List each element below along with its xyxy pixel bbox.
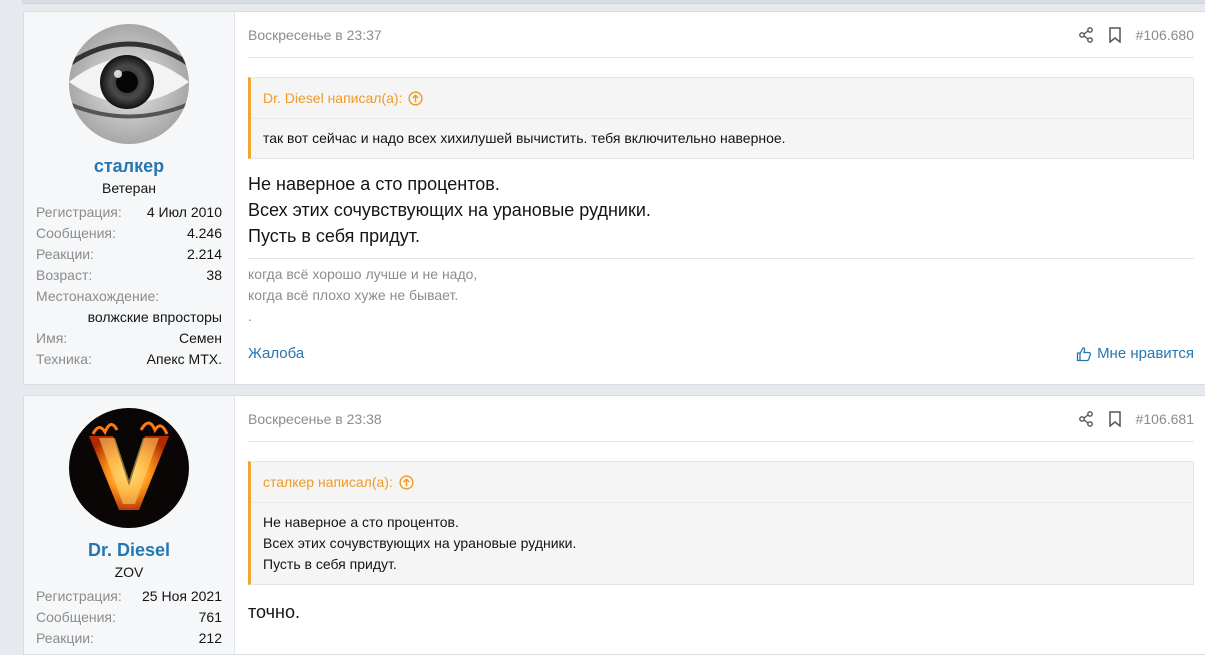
- stat-location-value: волжские впросторы: [87, 309, 222, 325]
- signature-line: когда всё хорошо лучше и не надо,: [248, 266, 478, 282]
- stat-label: Регистрация:: [36, 588, 122, 604]
- message-body: Не наверное а сто процентов. Всех этих с…: [248, 171, 1194, 249]
- bookmark-icon[interactable]: [1108, 26, 1122, 43]
- quote-header[interactable]: Dr. Diesel написал(а):: [251, 78, 1193, 119]
- stat-label: Реакции:: [36, 246, 94, 262]
- post-footer: Жалоба Мне нравится: [248, 345, 1194, 362]
- stat-messages: Сообщения: 4.246: [36, 223, 222, 244]
- post-time[interactable]: Воскресенье в 23:38: [248, 411, 382, 427]
- stat-value: 761: [198, 609, 222, 625]
- quote-body: так вот сейчас и надо всех хихилушей выч…: [251, 119, 1193, 158]
- quote-line: Пусть в себя придут.: [263, 556, 397, 572]
- stat-value: Семен: [178, 330, 222, 346]
- user-stats: Регистрация: 25 Ноя 2021 Сообщения: 761 Ре…: [36, 586, 222, 649]
- previous-post-edge: [22, 0, 1205, 4]
- stat-label: Регистрация:: [36, 204, 122, 220]
- quote-author[interactable]: сталкер написал(а):: [263, 474, 393, 490]
- signature-line: когда всё плохо хуже не бывает.: [248, 287, 459, 303]
- stat-value: 2.214: [186, 246, 222, 262]
- user-panel: Dr. Diesel ZOV Регистрация: 25 Ноя 2021 С…: [24, 396, 235, 654]
- username[interactable]: сталкер: [24, 155, 234, 177]
- thumbs-up-icon: [1076, 346, 1092, 362]
- stat-label: Сообщения:: [36, 609, 116, 625]
- user-title: ZOV: [114, 564, 144, 580]
- report-link[interactable]: Жалоба: [248, 345, 304, 362]
- stat-value: 25 Ноя 2021: [142, 588, 222, 604]
- quote-header[interactable]: сталкер написал(а):: [251, 462, 1193, 503]
- stat-label: Возраст:: [36, 267, 93, 283]
- quote-line: Всех этих сочувствующих на урановые рудн…: [263, 535, 577, 551]
- post-number[interactable]: #106.680: [1136, 27, 1194, 43]
- quote-line: так вот сейчас и надо всех хихилушей выч…: [263, 130, 786, 146]
- like-label: Мне нравится: [1097, 345, 1194, 362]
- share-icon[interactable]: [1078, 410, 1094, 427]
- share-icon[interactable]: [1078, 26, 1094, 43]
- stat-value: 4.246: [186, 225, 222, 241]
- quote-block: сталкер написал(а): Не наверное а сто пр…: [248, 461, 1194, 585]
- post-meta: Воскресенье в 23:38 #106.681: [248, 396, 1194, 442]
- message-line: точно.: [248, 602, 300, 622]
- quote-block: Dr. Diesel написал(а): так вот сейчас и …: [248, 77, 1194, 159]
- message-body: точно.: [248, 599, 1194, 625]
- message-line: Всех этих сочувствующих на урановые рудн…: [248, 200, 651, 220]
- post-main: Воскресенье в 23:37 #106.680 Dr. Diesel …: [235, 12, 1205, 384]
- stat-label: Техника:: [36, 351, 92, 367]
- signature: когда всё хорошо лучше и не надо, когда …: [248, 258, 1194, 327]
- user-stats: Регистрация: 4 Июл 2010 Сообщения: 4.246 Р…: [36, 202, 222, 370]
- stat-name: Имя: Семен: [36, 328, 222, 349]
- stat-value: Апекс МТХ.: [146, 351, 222, 367]
- stat-value: 4 Июл 2010: [146, 204, 222, 220]
- stat-label: Местонахождение:: [36, 288, 160, 304]
- stat-value: 38: [206, 267, 222, 283]
- stat-reactions: Реакции: 2.214: [36, 244, 222, 265]
- stat-tech: Техника: Апекс МТХ.: [36, 349, 222, 370]
- user-title: Ветеран: [101, 180, 156, 196]
- arrow-up-circle-icon[interactable]: [399, 474, 414, 490]
- stat-registration: Регистрация: 4 Июл 2010: [36, 202, 222, 223]
- stat-age: Возраст: 38: [36, 265, 222, 286]
- message-line: Не наверное а сто процентов.: [248, 174, 500, 194]
- quote-line: Не наверное а сто процентов.: [263, 514, 459, 530]
- stat-location-label: Местонахождение:: [36, 286, 222, 307]
- stat-messages: Сообщения: 761: [36, 607, 222, 628]
- like-button[interactable]: Мне нравится: [1076, 345, 1194, 362]
- avatar[interactable]: [69, 408, 189, 528]
- stat-label: Сообщения:: [36, 225, 116, 241]
- signature-line: .: [248, 308, 252, 324]
- post: сталкер Ветеран Регистрация: 4 Июл 2010 С…: [23, 11, 1205, 385]
- username[interactable]: Dr. Diesel: [24, 539, 234, 561]
- quote-author[interactable]: Dr. Diesel написал(а):: [263, 90, 402, 106]
- post-number[interactable]: #106.681: [1136, 411, 1194, 427]
- stat-label: Имя:: [36, 330, 68, 346]
- message-line: Пусть в себя придут.: [248, 226, 420, 246]
- arrow-up-circle-icon[interactable]: [408, 90, 424, 106]
- post-meta: Воскресенье в 23:37 #106.680: [248, 12, 1194, 58]
- post-main: Воскресенье в 23:38 #106.681 сталкер нап…: [235, 396, 1205, 654]
- user-panel: сталкер Ветеран Регистрация: 4 Июл 2010 С…: [24, 12, 235, 384]
- avatar[interactable]: [69, 24, 189, 144]
- post-time[interactable]: Воскресенье в 23:37: [248, 27, 382, 43]
- quote-body: Не наверное а сто процентов. Всех этих с…: [251, 503, 1193, 584]
- bookmark-icon[interactable]: [1108, 410, 1122, 427]
- post: Dr. Diesel ZOV Регистрация: 25 Ноя 2021 С…: [23, 395, 1205, 655]
- stat-registration: Регистрация: 25 Ноя 2021: [36, 586, 222, 607]
